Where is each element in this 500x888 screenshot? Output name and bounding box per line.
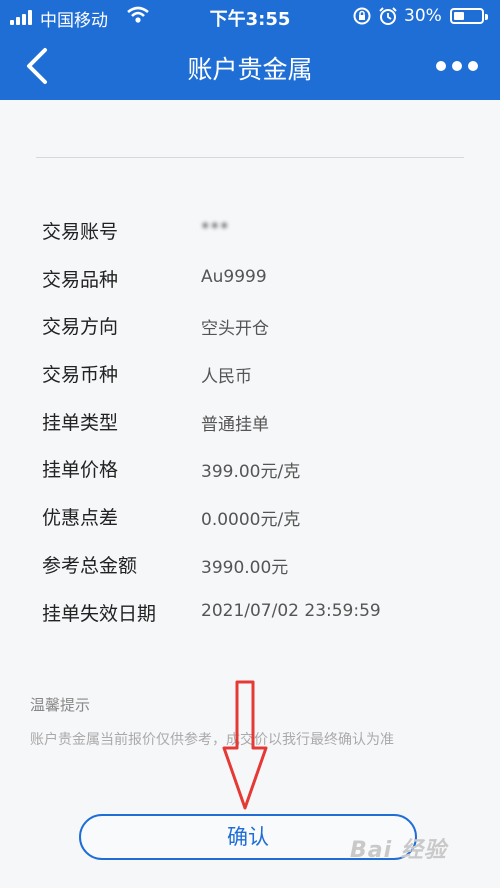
order-details: 交易账号 *** 交易品种 Au9999 交易方向 空头开仓 交易币种 人民币 … [0, 205, 500, 634]
detail-row-currency: 交易币种 人民币 [0, 348, 500, 396]
detail-label: 挂单价格 [42, 459, 119, 482]
more-dots-icon [452, 61, 462, 71]
status-bar: 中国移动 下午3:55 30% [0, 0, 500, 34]
detail-value: Au9999 [201, 266, 267, 287]
nav-bar: 账户贵金属 [0, 34, 500, 100]
detail-label: 交易账号 [42, 221, 119, 243]
detail-row-spread: 优惠点差 0.0000元/克 [0, 491, 500, 539]
more-button[interactable] [436, 56, 478, 76]
detail-value: 2021/07/02 23:59:59 [201, 600, 381, 621]
detail-label: 交易方向 [42, 316, 119, 339]
detail-value: 普通挂单 [201, 414, 269, 435]
battery-percent: 30% [404, 6, 442, 26]
tips-title: 温馨提示 [30, 696, 91, 714]
detail-row-expiry: 挂单失效日期 2021/07/02 23:59:59 [0, 587, 500, 635]
detail-label: 挂单失效日期 [42, 602, 157, 625]
detail-row-account: 交易账号 *** [0, 205, 500, 253]
tips-text: 账户贵金属当前报价仅供参考，成交价以我行最终确认为准 [30, 732, 394, 748]
detail-value: 399.00元/克 [201, 462, 301, 483]
more-dots-icon [436, 61, 446, 71]
detail-label: 挂单类型 [42, 411, 119, 434]
alarm-icon [379, 7, 397, 25]
detail-label: 交易品种 [42, 268, 119, 291]
divider [36, 157, 464, 158]
detail-label: 交易币种 [42, 364, 119, 387]
detail-value: 3990.00元 [201, 557, 289, 578]
app-header: 中国移动 下午3:55 30% 账户贵金属 [0, 0, 500, 100]
detail-row-price: 挂单价格 399.00元/克 [0, 443, 500, 491]
detail-value: 人民币 [201, 367, 252, 388]
detail-value: 空头开仓 [201, 319, 269, 340]
detail-label: 参考总金额 [42, 554, 138, 577]
more-dots-icon [468, 61, 478, 71]
detail-row-total: 参考总金额 3990.00元 [0, 539, 500, 587]
detail-value: 0.0000元/克 [201, 510, 301, 531]
rotation-lock-icon [353, 7, 371, 25]
detail-row-direction: 交易方向 空头开仓 [0, 300, 500, 348]
page-title: 账户贵金属 [187, 55, 313, 84]
detail-row-order-type: 挂单类型 普通挂单 [0, 396, 500, 444]
watermark: Bai 经验 [350, 838, 447, 863]
detail-row-product: 交易品种 Au9999 [0, 253, 500, 301]
detail-value-masked: *** [201, 219, 230, 239]
detail-label: 优惠点差 [42, 507, 119, 530]
battery-icon [450, 8, 488, 24]
